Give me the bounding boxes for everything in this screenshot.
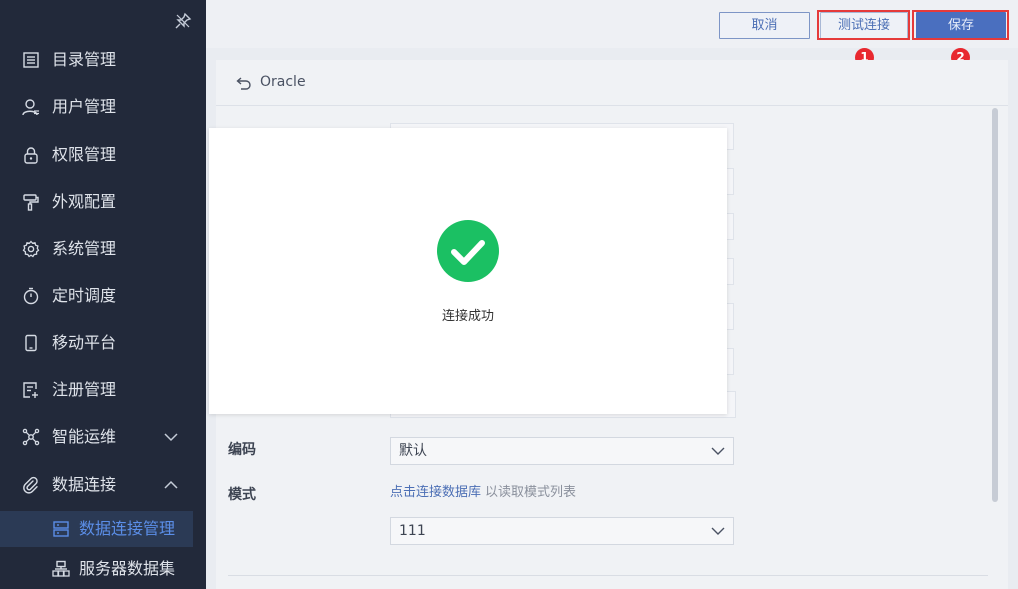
- chevron-down-icon: [164, 433, 178, 442]
- sidebar-item-label: 移动平台: [52, 333, 117, 352]
- sidebar-item-label: 用户管理: [52, 97, 117, 116]
- encoding-value: 默认: [399, 443, 427, 459]
- back-icon[interactable]: [236, 76, 252, 90]
- sidebar-item-permissions[interactable]: 权限管理: [0, 135, 206, 175]
- sidebar-item-data-connection[interactable]: 数据连接: [0, 465, 206, 505]
- sidebar-item-mobile[interactable]: 移动平台: [0, 323, 206, 363]
- check-circle-icon: [437, 220, 499, 282]
- sidebar-item-ops[interactable]: 智能运维: [0, 417, 206, 457]
- sidebar-item-label: 目录管理: [52, 50, 117, 69]
- schema-label: 模式: [228, 487, 256, 503]
- stopwatch-icon: [23, 287, 39, 305]
- panel-header: [216, 60, 1008, 106]
- sidebar-item-register[interactable]: 注册管理: [0, 370, 206, 410]
- sidebar-item-label: 定时调度: [52, 286, 117, 305]
- sidebar-item-schedule[interactable]: 定时调度: [0, 276, 206, 316]
- dialog-message: 连接成功: [441, 309, 494, 324]
- chevron-down-icon: [711, 527, 725, 535]
- catalog-icon: [23, 52, 39, 68]
- cancel-button[interactable]: 取消: [719, 12, 810, 39]
- mobile-icon: [25, 334, 37, 352]
- encoding-label: 编码: [228, 442, 256, 458]
- schema-hint: 以读取模式列表: [485, 485, 577, 500]
- panel-title: Oracle: [260, 74, 306, 90]
- sidebar-item-label: 权限管理: [52, 145, 117, 164]
- sidebar-item-label: 系统管理: [52, 239, 117, 258]
- sidebar: 目录管理 用户管理 权限管理 外观配置 系统管理 定时调度 移动平台 注册管理 …: [0, 0, 206, 589]
- encoding-select[interactable]: 默认: [390, 437, 734, 465]
- chevron-up-icon: [164, 480, 178, 489]
- sidebar-item-system[interactable]: 系统管理: [0, 229, 206, 269]
- sidebar-item-catalog[interactable]: 目录管理: [0, 40, 206, 80]
- schema-hint-row: 点击连接数据库 以读取模式列表: [390, 484, 576, 502]
- sidebar-item-appearance[interactable]: 外观配置: [0, 182, 206, 222]
- user-icon: [22, 99, 39, 116]
- sidebar-subitem-server-dataset[interactable]: 服务器数据集: [0, 551, 193, 587]
- sidebar-subitem-label: 服务器数据集: [79, 559, 176, 578]
- save-button[interactable]: 保存: [916, 12, 1006, 39]
- sidebar-subitem-data-connection-management[interactable]: 数据连接管理: [0, 511, 193, 547]
- database-icon: [53, 521, 69, 537]
- schema-select[interactable]: 111: [390, 517, 734, 545]
- sidebar-item-label: 智能运维: [52, 427, 117, 446]
- server-dataset-icon: [52, 560, 70, 577]
- sidebar-item-label: 外观配置: [52, 192, 117, 211]
- sidebar-item-label: 数据连接: [52, 475, 117, 494]
- scrollbar-thumb[interactable]: [992, 108, 998, 502]
- lock-icon: [24, 147, 38, 164]
- register-icon: [23, 382, 38, 398]
- pin-icon[interactable]: [174, 12, 192, 30]
- sidebar-item-users[interactable]: 用户管理: [0, 87, 206, 127]
- connect-database-link[interactable]: 点击连接数据库: [390, 485, 481, 500]
- test-connection-button[interactable]: 测试连接: [820, 12, 908, 39]
- sidebar-subitem-label: 数据连接管理: [79, 519, 176, 538]
- gear-icon: [22, 240, 40, 258]
- link-icon: [23, 476, 38, 494]
- sidebar-item-label: 注册管理: [52, 380, 117, 399]
- chevron-down-icon: [711, 447, 725, 455]
- schema-value: 111: [399, 523, 426, 539]
- paint-roller-icon: [23, 194, 39, 211]
- divider: [228, 575, 988, 576]
- ops-icon: [22, 428, 40, 446]
